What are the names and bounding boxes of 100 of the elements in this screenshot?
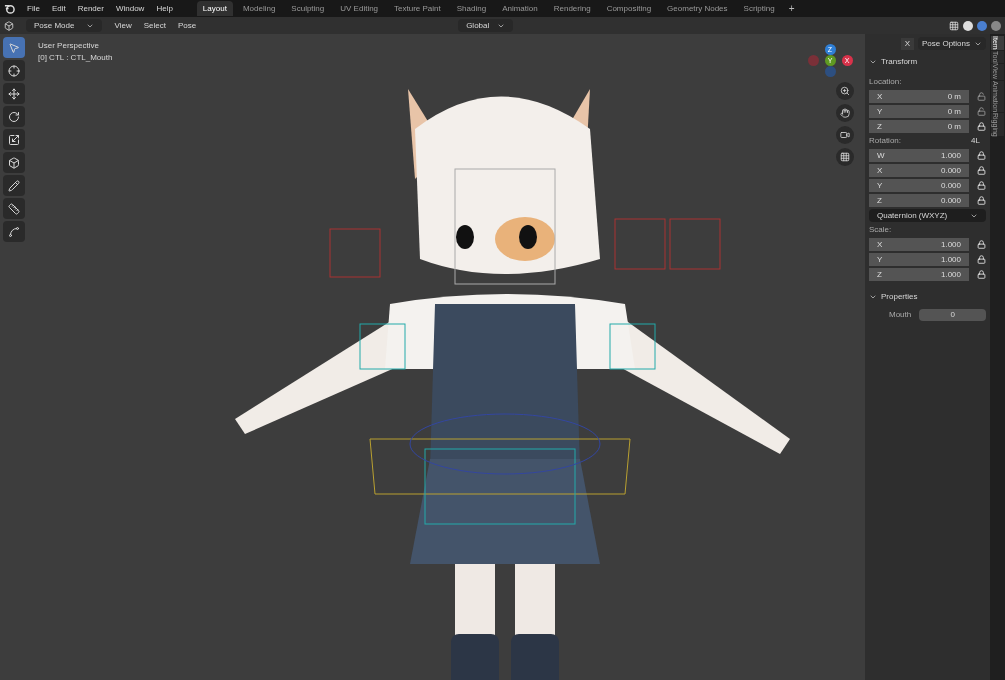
rotate-tool-button[interactable] [3,106,25,127]
property-label: Mouth [889,309,912,321]
axis-label: Y [877,180,883,192]
field-value: 1.000 [940,269,961,281]
panel-title[interactable]: Properties [881,291,918,303]
unlocked-icon[interactable] [977,107,986,116]
workspace-tab[interactable]: Modeling [236,1,282,16]
hand-icon [840,108,850,118]
workspace-tab[interactable]: UV Editing [334,1,385,16]
axis-label: X [877,91,883,103]
field-value: 0.000 [940,180,961,192]
editor-type-icon[interactable] [4,20,14,31]
value-field[interactable]: Y 1.000 [869,253,969,266]
section-label: Scale: [869,224,893,236]
menu-item[interactable]: View [114,19,132,32]
cursor-tool-button[interactable] [3,60,25,81]
overlay-icon[interactable] [949,20,959,31]
value-field[interactable]: Y 0 m [869,105,969,118]
menu-item[interactable]: Render [77,2,104,15]
value-field[interactable]: X 1.000 [869,238,969,251]
lock-icon[interactable] [977,122,986,131]
app-logo-icon [4,3,15,14]
transform-tool-icon [8,156,20,169]
workspace-tab[interactable]: Sculpting [285,1,331,16]
move-tool-icon [8,87,20,100]
shading-material-icon[interactable] [977,20,987,31]
value-field[interactable]: Z 1.000 [869,268,969,281]
field-value: 0 m [947,91,961,103]
scale-tool-icon [8,133,20,146]
workspace-tab[interactable]: Shading [450,1,493,16]
menu-item[interactable]: Select [143,19,166,32]
lock-icon[interactable] [977,166,986,175]
scale-tool-button[interactable] [3,129,25,150]
axis-label: Z [877,121,882,133]
curve-tool-icon [8,225,20,238]
value-field[interactable]: W 1.000 [869,149,969,162]
workspace-tab[interactable]: Layout [196,1,233,16]
shading-solid-icon[interactable] [963,20,973,31]
lock-icon[interactable] [977,181,986,190]
grid-button[interactable] [836,148,854,166]
menu-item[interactable]: Help [156,2,173,15]
shading-rendered-icon[interactable] [991,20,1001,31]
select-tool-button[interactable] [3,37,25,58]
lock-icon[interactable] [977,255,986,264]
axis-label: Z [877,269,882,281]
orientation-dropdown[interactable]: Global [458,19,514,32]
value-field[interactable]: Z 0.000 [869,194,969,207]
pose-options-dropdown[interactable]: Pose Options [917,37,986,50]
axis-label: X [877,165,883,177]
property-field[interactable]: 0 [919,309,986,321]
camera-icon [840,130,850,140]
pan-button[interactable] [836,104,854,122]
camera-button[interactable] [836,126,854,144]
annotate-tool-button[interactable] [3,175,25,196]
workspace-tab[interactable]: Compositing [600,1,658,16]
menu-item[interactable]: File [27,2,40,15]
lock-icon[interactable] [977,196,986,205]
grid-icon [840,152,850,162]
add-workspace-button[interactable]: + [784,1,799,16]
value-field[interactable]: X 0.000 [869,164,969,177]
annotate-tool-icon [8,179,20,192]
unlocked-icon[interactable] [977,92,986,101]
workspace-tab[interactable]: Scripting [737,1,781,16]
lock-icon[interactable] [977,151,986,160]
zoom-button[interactable] [836,82,854,100]
lock-icon[interactable] [977,240,986,249]
workspace-tab[interactable]: Texture Paint [388,1,447,16]
panel-title[interactable]: Transform [881,56,918,68]
x-mirror-toggle[interactable]: X [900,37,914,50]
curve-tool-button[interactable] [3,221,25,242]
active-bone-label: [0] CTL : CTL_Mouth [38,52,114,64]
workspace-tab[interactable]: Geometry Nodes [661,1,734,16]
field-value: 1.000 [940,150,961,162]
menu-item[interactable]: Edit [51,2,66,15]
value-field[interactable]: X 0 m [869,90,969,103]
measure-tool-icon [8,202,20,215]
menu-item[interactable]: Window [115,2,145,15]
field-value: 0 m [947,121,961,133]
collapse-icon[interactable] [869,58,877,66]
field-value: 0.000 [940,165,961,177]
value-field[interactable]: Y 0.000 [869,179,969,192]
lock-icon[interactable] [977,270,986,279]
section-label: Location: [869,76,903,88]
measure-tool-button[interactable] [3,198,25,219]
field-value: 1.000 [940,254,961,266]
transform-tool-button[interactable] [3,152,25,173]
field-value: 0 m [947,106,961,118]
mode-dropdown[interactable]: Pose Mode [26,19,103,32]
move-tool-button[interactable] [3,83,25,104]
lock-mode-toggle[interactable]: 4L [971,135,980,147]
field-value: 0.000 [940,195,961,207]
axis-label: Z [877,195,882,207]
value-field[interactable]: Z 0 m [869,120,969,133]
workspace-tab[interactable]: Rendering [547,1,597,16]
section-label: Rotation: [869,135,902,147]
menu-item[interactable]: Pose [177,19,197,32]
axis-label: Y [877,254,883,266]
workspace-tab[interactable]: Animation [496,1,544,16]
collapse-icon[interactable] [869,293,877,301]
rotation-mode-dropdown[interactable]: Quaternion (WXYZ) [869,209,986,222]
